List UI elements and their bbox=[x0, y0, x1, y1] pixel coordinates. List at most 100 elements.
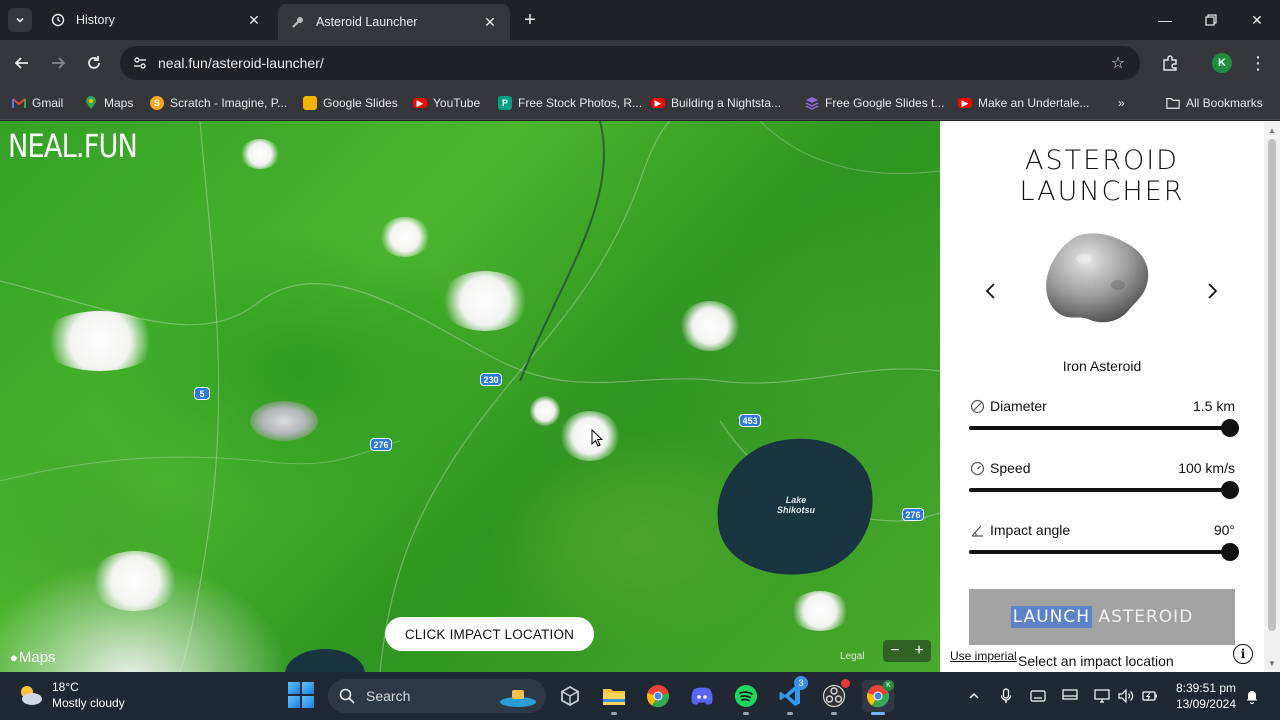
slider-track[interactable] bbox=[969, 426, 1239, 430]
site-info-icon[interactable] bbox=[130, 53, 150, 73]
slider-track[interactable] bbox=[969, 550, 1239, 554]
apple-maps-attribution[interactable]: ● Maps bbox=[10, 649, 56, 666]
close-icon[interactable]: ✕ bbox=[246, 12, 262, 28]
asteroid-favicon-icon bbox=[290, 14, 306, 30]
bookmark-gmail[interactable]: Gmail bbox=[12, 93, 63, 113]
slides-icon bbox=[303, 96, 317, 110]
network-icon[interactable] bbox=[1092, 686, 1112, 706]
legal-link[interactable]: Legal bbox=[840, 651, 864, 662]
window-close-icon[interactable]: ✕ bbox=[1234, 0, 1280, 40]
obs-icon[interactable] bbox=[818, 679, 850, 715]
bookmark-youtube[interactable]: ▶ YouTube bbox=[413, 93, 480, 113]
file-explorer-icon[interactable] bbox=[598, 680, 630, 715]
bookmark-nightstand[interactable]: ▶ Building a Nightsta... bbox=[651, 93, 781, 113]
pexels-icon: P bbox=[498, 96, 512, 110]
recording-dot bbox=[841, 679, 850, 688]
cloud bbox=[440, 271, 530, 331]
impact-angle-slider[interactable] bbox=[969, 543, 1239, 561]
all-bookmarks[interactable]: All Bookmarks bbox=[1166, 93, 1263, 113]
folder-icon bbox=[1166, 96, 1180, 110]
speed-slider[interactable] bbox=[969, 481, 1239, 499]
scroll-up-arrow-icon[interactable]: ▲ bbox=[1264, 123, 1280, 137]
display-icon[interactable] bbox=[1060, 686, 1080, 706]
road-badge: 453 bbox=[739, 414, 761, 427]
click-impact-location-button[interactable]: CLICK IMPACT LOCATION bbox=[385, 617, 594, 651]
zoom-control: − + bbox=[883, 640, 931, 662]
tab-search-chevron-icon[interactable] bbox=[8, 8, 32, 32]
diameter-slider[interactable] bbox=[969, 419, 1239, 437]
bookmarks-bar: Gmail Maps S Scratch - Imagine, P... Goo… bbox=[0, 86, 1280, 120]
close-icon[interactable]: ✕ bbox=[482, 14, 498, 30]
scroll-down-arrow-icon[interactable]: ▼ bbox=[1264, 656, 1280, 670]
address-bar[interactable]: neal.fun/asteroid-launcher/ ☆ bbox=[120, 46, 1140, 80]
youtube-icon: ▶ bbox=[413, 98, 427, 108]
volume-icon[interactable] bbox=[1116, 686, 1136, 706]
asteroid-settings-panel: ASTEROID LAUNCHER Iron Asteroid Diameter… bbox=[940, 121, 1264, 672]
previous-asteroid-chevron-icon[interactable] bbox=[978, 279, 1002, 303]
next-asteroid-chevron-icon[interactable] bbox=[1201, 279, 1225, 303]
slider-thumb[interactable] bbox=[1221, 543, 1239, 561]
minimize-icon[interactable]: — bbox=[1142, 0, 1188, 40]
bookmark-scratch[interactable]: S Scratch - Imagine, P... bbox=[150, 93, 287, 113]
diameter-value: 1.5 km bbox=[1192, 398, 1235, 414]
slider-track[interactable] bbox=[969, 488, 1239, 492]
unity-icon[interactable] bbox=[554, 680, 586, 712]
speed-row: Speed 100 km/s bbox=[969, 458, 1235, 478]
history-icon bbox=[50, 12, 66, 28]
tab-asteroid-launcher[interactable]: Asteroid Launcher ✕ bbox=[278, 4, 510, 40]
notification-bell-icon[interactable] bbox=[1242, 686, 1262, 706]
cloud bbox=[240, 139, 280, 169]
new-tab-plus-icon[interactable]: + bbox=[518, 8, 542, 32]
impact-angle-value: 90° bbox=[1213, 522, 1235, 538]
page-scrollbar[interactable]: ▲ ▼ bbox=[1264, 121, 1280, 672]
url-text[interactable]: neal.fun/asteroid-launcher/ bbox=[158, 55, 324, 71]
extensions-puzzle-icon[interactable] bbox=[1156, 49, 1184, 77]
notification-badge: 3 bbox=[794, 676, 808, 690]
clock-date: 13/09/2024 bbox=[1175, 697, 1236, 711]
vscode-icon[interactable]: 3 bbox=[774, 676, 808, 715]
restore-icon[interactable] bbox=[1188, 0, 1234, 40]
kebab-menu-icon[interactable]: ⋮ bbox=[1244, 49, 1272, 77]
bookmark-maps[interactable]: Maps bbox=[84, 93, 133, 113]
weather-temperature: 18°C bbox=[52, 680, 79, 694]
microphone-icon[interactable] bbox=[996, 686, 1016, 706]
bookmark-pexels[interactable]: P Free Stock Photos, R... bbox=[498, 93, 642, 113]
more-bookmarks-chevron-icon[interactable]: » bbox=[1118, 93, 1125, 113]
bookmark-google-slides[interactable]: Google Slides bbox=[303, 93, 398, 113]
battery-charging-icon[interactable] bbox=[1140, 686, 1160, 706]
tab-strip: History ✕ Asteroid Launcher ✕ + — ✕ bbox=[0, 0, 1280, 40]
zoom-in-button[interactable]: + bbox=[907, 640, 931, 662]
slider-thumb[interactable] bbox=[1221, 419, 1239, 437]
zoom-out-button[interactable]: − bbox=[883, 640, 907, 662]
launch-asteroid-button[interactable]: LAUNCH ASTEROID bbox=[969, 589, 1235, 645]
discord-icon[interactable] bbox=[686, 680, 718, 712]
bookmark-star-icon[interactable]: ☆ bbox=[1108, 53, 1128, 73]
taskbar-search[interactable]: Search bbox=[328, 679, 546, 713]
back-arrow-icon[interactable] bbox=[8, 49, 36, 77]
tray-overflow-chevron-icon[interactable] bbox=[964, 686, 984, 706]
forward-arrow-icon[interactable] bbox=[44, 49, 72, 77]
cloud bbox=[560, 411, 620, 461]
cloud bbox=[40, 311, 160, 371]
keyboard-icon[interactable] bbox=[1028, 686, 1048, 706]
info-icon[interactable]: i bbox=[1233, 644, 1253, 664]
reload-icon[interactable] bbox=[80, 49, 108, 77]
bookmark-undertale[interactable]: ▶ Make an Undertale... bbox=[958, 93, 1089, 113]
impact-map[interactable]: NEAL.FUN Lake Shikotsu 5 230 276 453 276… bbox=[0, 121, 940, 672]
slider-thumb[interactable] bbox=[1221, 481, 1239, 499]
profile-avatar[interactable]: K bbox=[1212, 53, 1232, 73]
system-clock[interactable]: 8:39:51 pm 13/09/2024 bbox=[1172, 680, 1236, 712]
tab-history[interactable]: History ✕ bbox=[38, 4, 274, 36]
neal-fun-logo[interactable]: NEAL.FUN bbox=[8, 127, 138, 165]
weather-widget[interactable]: 18°C Mostly cloudy bbox=[16, 679, 125, 711]
volcano-crater bbox=[250, 401, 318, 441]
spotify-icon[interactable] bbox=[730, 680, 762, 715]
scrollbar-thumb[interactable] bbox=[1268, 139, 1276, 631]
chrome-profile-icon[interactable]: K bbox=[862, 680, 894, 715]
use-imperial-link[interactable]: Use imperial bbox=[950, 649, 1017, 663]
chrome-icon[interactable] bbox=[642, 680, 674, 712]
speedometer-icon bbox=[969, 460, 985, 476]
bookmark-slidesgo[interactable]: Free Google Slides t... bbox=[805, 93, 944, 113]
windows-start-icon[interactable] bbox=[288, 682, 314, 708]
road-badge: 276 bbox=[370, 438, 392, 451]
